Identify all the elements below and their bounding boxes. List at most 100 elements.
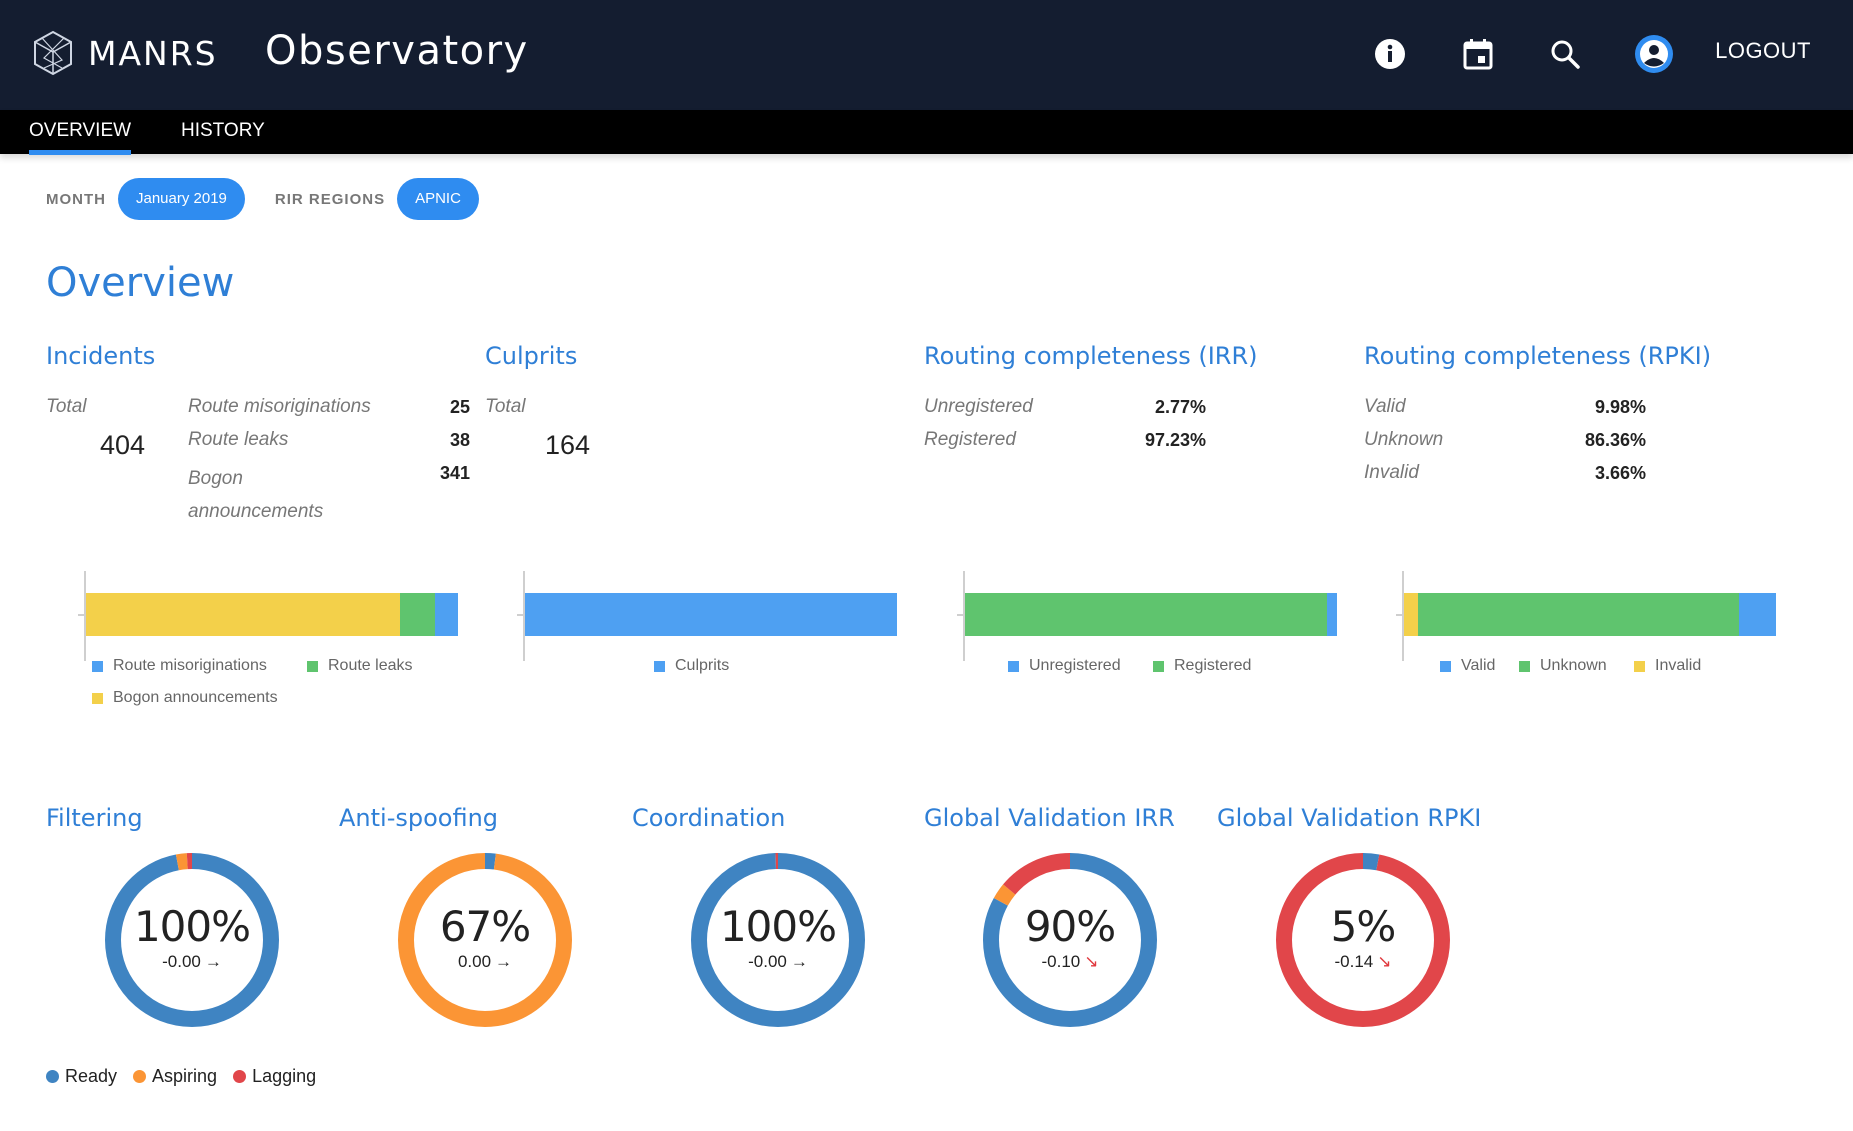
- anti-spoofing-title: Anti-spoofing: [339, 804, 499, 832]
- culprits-total-value: 164: [545, 430, 591, 460]
- filtering-title: Filtering: [46, 804, 143, 832]
- stacked-bar[interactable]: [86, 593, 458, 636]
- logout-button[interactable]: LOGOUT: [1715, 38, 1811, 64]
- legend-item: Culprits: [654, 657, 729, 675]
- tab-history[interactable]: HISTORY: [181, 120, 265, 142]
- rpki-row-label: Invalid: [1364, 462, 1419, 483]
- legend-label: Lagging: [252, 1066, 317, 1086]
- legend-swatch: [307, 660, 318, 672]
- legend-label: Culprits: [675, 657, 730, 674]
- arrow-right-icon: →: [495, 952, 513, 971]
- coordination-donut[interactable]: 100% -0.00 →: [690, 852, 866, 1028]
- incidents-row-label: Route misoriginations: [188, 396, 371, 417]
- region-filter-label: RIR REGIONS: [274, 190, 386, 208]
- legend-item: Invalid: [1634, 657, 1701, 675]
- bar-segment[interactable]: [1417, 593, 1739, 636]
- stacked-bar[interactable]: [1404, 593, 1776, 636]
- bar-segment[interactable]: [525, 593, 897, 636]
- legend-item: Bogon announcements: [92, 689, 278, 707]
- filtering-donut[interactable]: 100% -0.00 →: [104, 852, 280, 1028]
- aspiring-dot-icon: [133, 1070, 147, 1083]
- delta-value: -0.14: [1334, 952, 1374, 971]
- month-filter-chip[interactable]: January 2019: [118, 178, 245, 220]
- app-title: Observatory: [265, 28, 529, 74]
- legend-label: Registered: [1174, 657, 1252, 674]
- tab-overview[interactable]: OVERVIEW: [29, 120, 132, 155]
- info-icon[interactable]: [1370, 34, 1410, 74]
- legend-label: Ready: [65, 1066, 118, 1086]
- incidents-row-label: Bogon announcements: [188, 468, 324, 522]
- legend-item: Registered: [1153, 657, 1251, 675]
- stacked-bar[interactable]: [965, 593, 1337, 636]
- irr-title: Routing completeness (IRR): [924, 342, 1258, 370]
- rpki-row-label: Unknown: [1364, 429, 1444, 450]
- culprits-total-label: Total: [485, 396, 526, 417]
- score-legend: Ready Aspiring Lagging: [46, 1066, 316, 1087]
- bar-segment[interactable]: [965, 593, 1327, 636]
- anti-spoofing-donut[interactable]: 67% 0.00 →: [397, 852, 573, 1028]
- arrow-down-right-icon: ↘: [1084, 952, 1099, 971]
- calendar-icon[interactable]: [1458, 34, 1498, 74]
- bar-segment[interactable]: [434, 593, 458, 636]
- bar-axis-tick: [517, 614, 525, 616]
- bar-segment[interactable]: [399, 593, 435, 636]
- legend-swatch: [1440, 660, 1451, 672]
- rpki-row-value: 9.98%: [1594, 397, 1646, 417]
- arrow-right-icon: →: [790, 952, 808, 971]
- legend-label: Aspiring: [152, 1066, 218, 1086]
- bar-segment[interactable]: [1738, 593, 1776, 636]
- legend-item: Unknown: [1519, 657, 1607, 675]
- global-validation-irr-title: Global Validation IRR: [924, 804, 1175, 832]
- account-icon[interactable]: [1634, 34, 1674, 74]
- incidents-total-label: Total: [46, 396, 87, 417]
- manrs-logo-icon: [34, 30, 72, 76]
- tab-bar: OVERVIEW HISTORY: [0, 110, 1853, 155]
- stacked-bar[interactable]: [525, 593, 897, 636]
- irr-row-value: 97.23%: [1144, 430, 1206, 450]
- legend-label: Bogon announcements: [113, 689, 278, 706]
- score-percent: 5%: [1330, 902, 1397, 951]
- score-delta: 0.00 →: [397, 952, 573, 972]
- legend-item: Route leaks: [307, 657, 413, 675]
- arrow-right-icon: →: [204, 952, 222, 971]
- irr-row-value: 2.77%: [1154, 397, 1206, 417]
- month-filter-label: MONTH: [46, 190, 106, 208]
- legend-label: Unregistered: [1029, 657, 1121, 674]
- rpki-row-value: 3.66%: [1594, 463, 1646, 483]
- bar-axis-tick: [78, 614, 86, 616]
- irr-row-label: Unregistered: [924, 396, 1033, 417]
- irr-row-label: Registered: [924, 429, 1016, 450]
- legend-swatch: [92, 660, 103, 672]
- brand[interactable]: MANRS: [32, 30, 218, 76]
- legend-swatch: [1153, 660, 1164, 672]
- global-validation-rpki-donut[interactable]: 5% -0.14 ↘: [1275, 852, 1451, 1028]
- bar-segment[interactable]: [1326, 593, 1337, 636]
- bar-segment[interactable]: [86, 593, 400, 636]
- ready-dot-icon: [46, 1070, 59, 1083]
- coordination-title: Coordination: [632, 804, 786, 832]
- culprits-title: Culprits: [485, 342, 578, 370]
- lagging-dot-icon: [233, 1070, 247, 1083]
- delta-value: -0.10: [1041, 952, 1081, 971]
- score-percent: 90%: [1024, 902, 1116, 951]
- delta-value: -0.00: [748, 952, 787, 971]
- legend-ready: Ready: [46, 1066, 117, 1087]
- score-delta: -0.00 →: [104, 952, 280, 972]
- bar-axis-tick: [1396, 614, 1404, 616]
- filter-bar: MONTH January 2019 RIR REGIONS APNIC: [46, 178, 509, 220]
- score-percent: 100%: [133, 902, 251, 951]
- bar-segment[interactable]: [1404, 593, 1418, 636]
- global-validation-irr-donut[interactable]: 90% -0.10 ↘: [982, 852, 1158, 1028]
- legend-swatch: [1008, 660, 1019, 672]
- delta-value: 0.00: [457, 952, 492, 971]
- incidents-title: Incidents: [46, 342, 156, 370]
- legend-swatch: [1519, 660, 1530, 672]
- score-delta: -0.14 ↘: [1275, 952, 1451, 972]
- rpki-row-label: Valid: [1364, 396, 1406, 417]
- legend-label: Valid: [1461, 657, 1496, 674]
- legend-lagging: Lagging: [233, 1066, 316, 1087]
- search-icon[interactable]: [1545, 34, 1585, 74]
- region-filter-chip[interactable]: APNIC: [397, 178, 479, 220]
- page-title: Overview: [46, 260, 235, 306]
- rpki-title: Routing completeness (RPKI): [1364, 342, 1712, 370]
